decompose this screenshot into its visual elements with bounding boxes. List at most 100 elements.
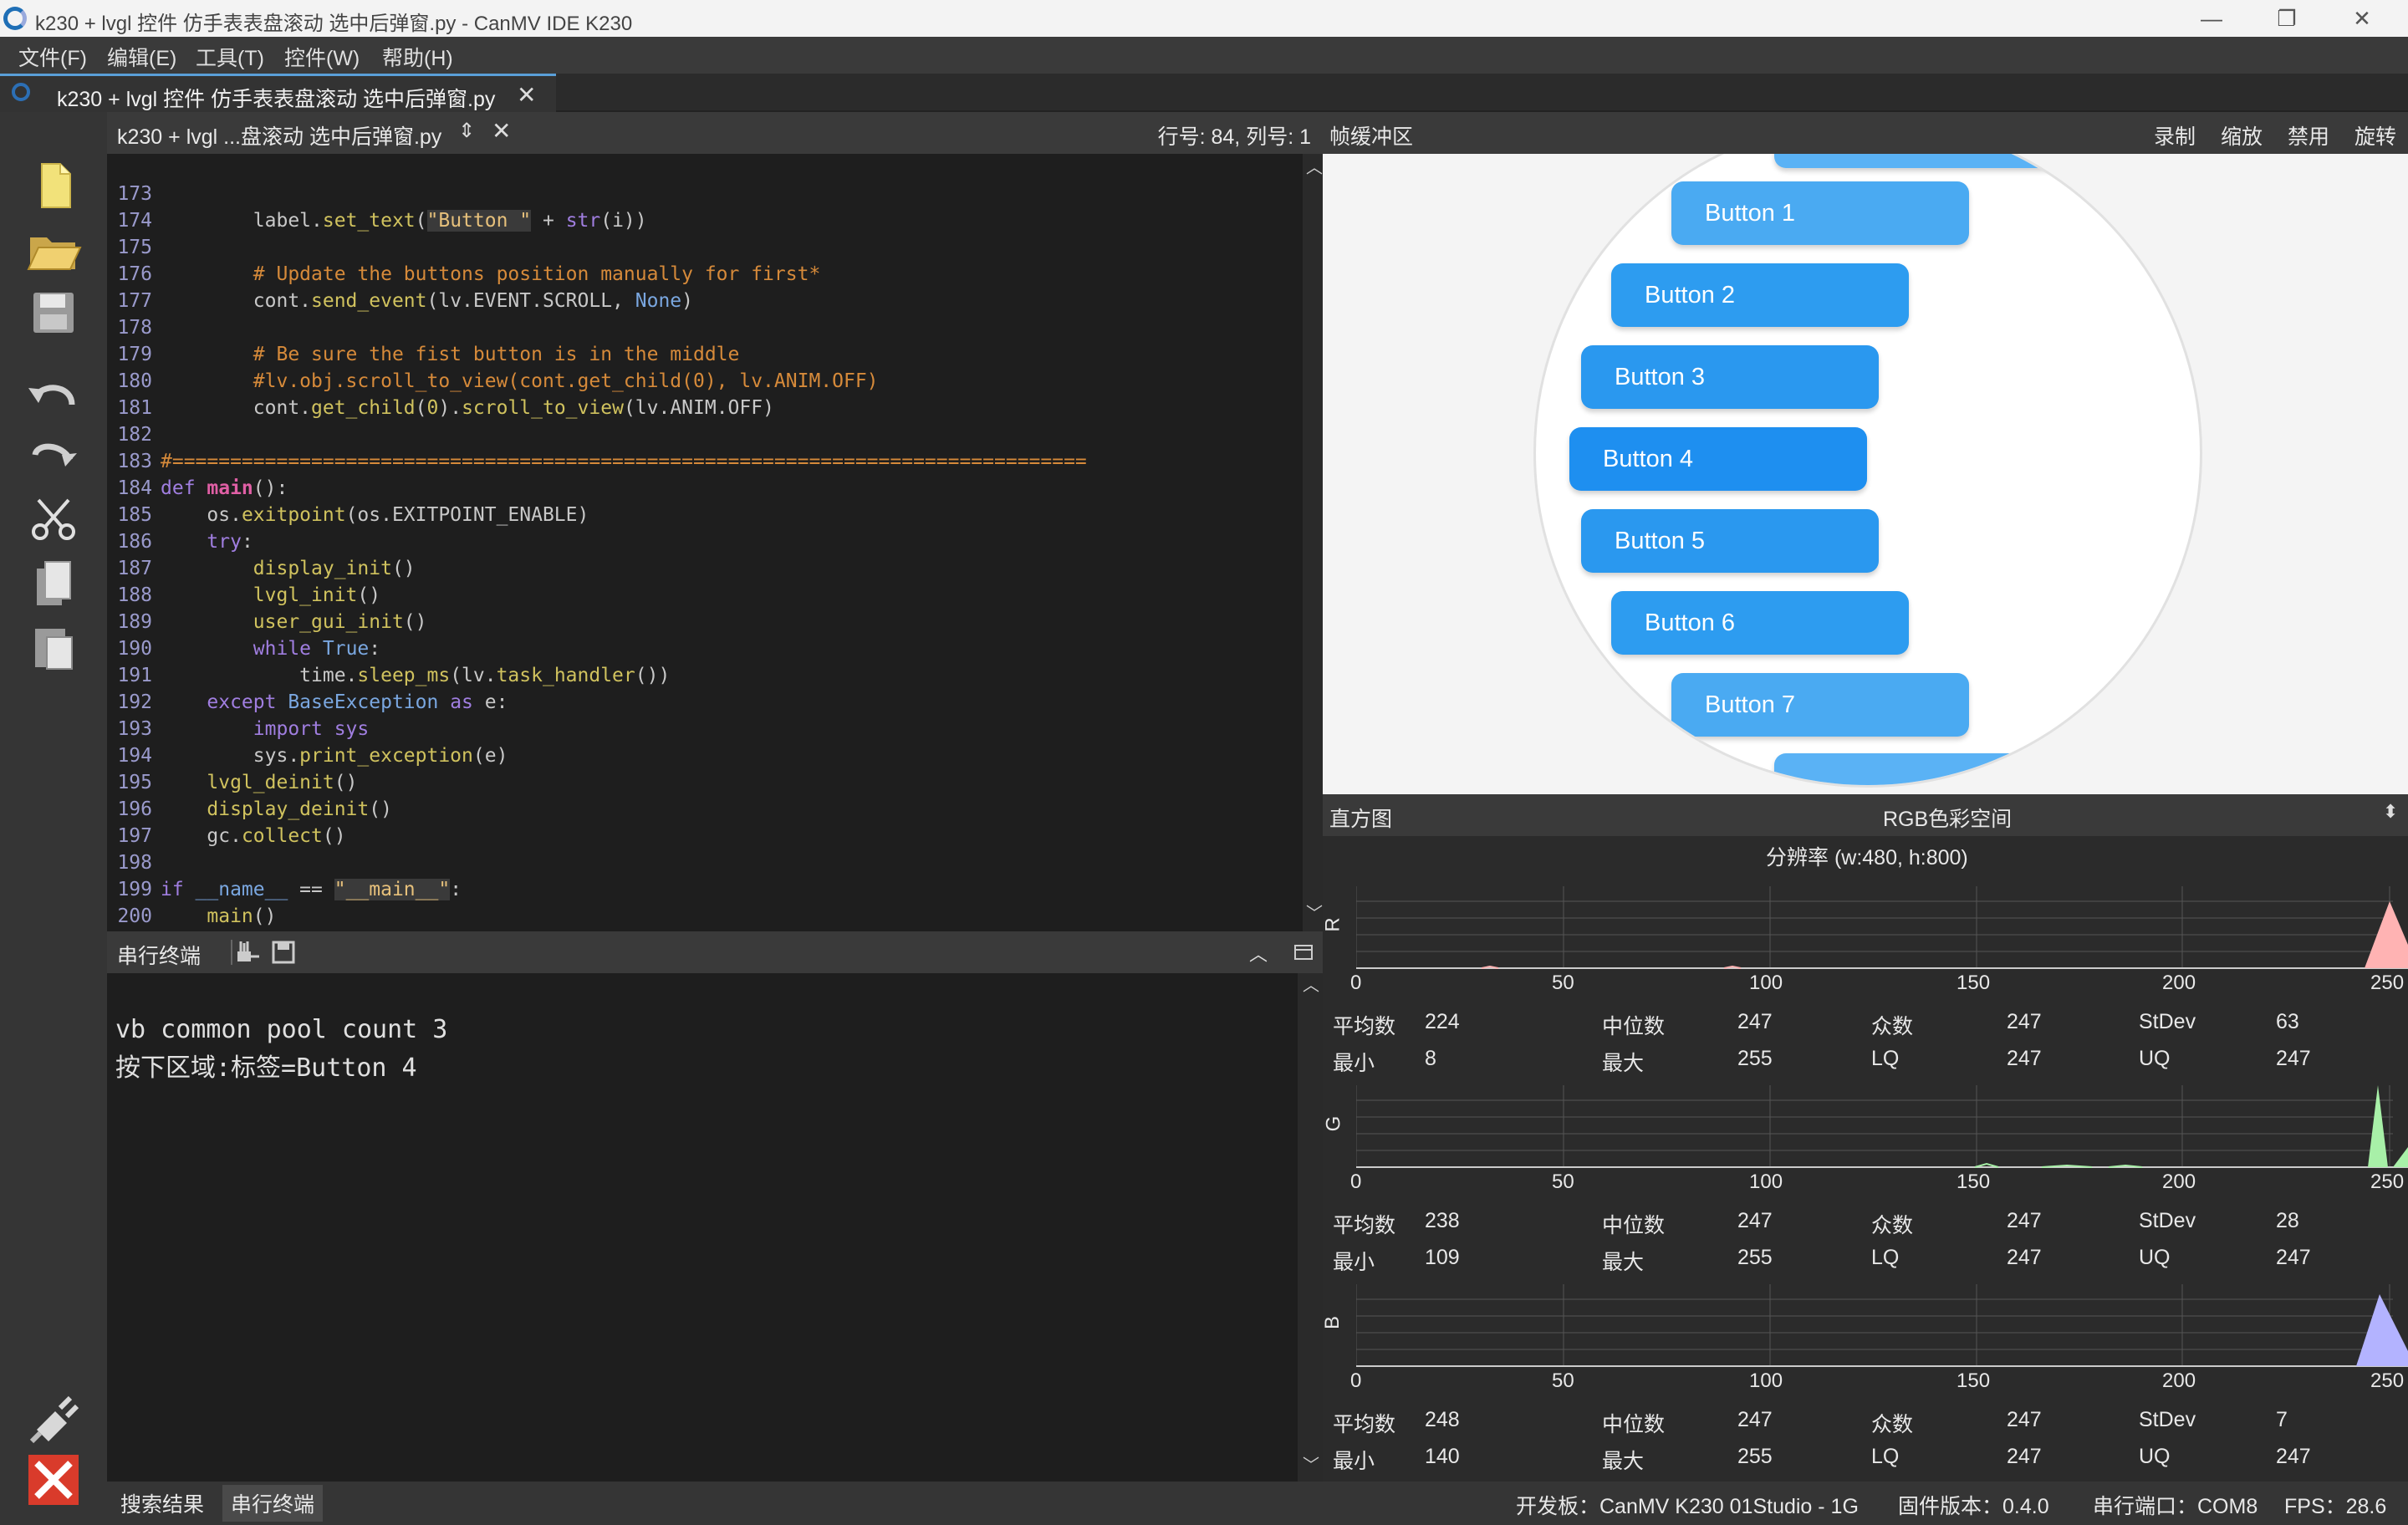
stat-label: 最大 bbox=[1602, 1052, 1645, 1075]
code-line: 200 bbox=[107, 876, 153, 927]
tab-serial-terminal[interactable]: 串行终端 bbox=[222, 1485, 324, 1522]
new-file-icon[interactable] bbox=[22, 159, 85, 212]
cut-icon[interactable] bbox=[22, 493, 85, 547]
menu-file[interactable]: 文件(F) bbox=[18, 42, 87, 72]
menu-tools[interactable]: 工具(T) bbox=[196, 42, 264, 72]
line-number: 200 bbox=[117, 905, 152, 927]
tick-label: 100 bbox=[1749, 1171, 1783, 1193]
stat-value: 28 bbox=[2276, 1209, 2299, 1232]
tick-label: 200 bbox=[2162, 1171, 2196, 1193]
close-window-button[interactable]: ✕ bbox=[2324, 0, 2400, 37]
save-icon[interactable] bbox=[22, 286, 85, 339]
tick-label: 0 bbox=[1350, 1369, 1362, 1392]
panel-float-icon[interactable] bbox=[1293, 941, 1314, 967]
stat-label: 中位数 bbox=[1602, 1214, 1666, 1237]
disable-button[interactable]: 禁用 bbox=[2288, 120, 2329, 150]
collapse-up-icon[interactable]: ︿ bbox=[1249, 940, 1268, 967]
lvgl-button-4: Button 4 bbox=[1569, 427, 1867, 491]
file-tab[interactable]: k230 + lvgl 控件 仿手表表盘滚动 选中后弹窗.py ✕ bbox=[0, 74, 556, 112]
tick-label: 50 bbox=[1552, 1369, 1574, 1392]
status-bar: 搜索结果 串行终端 开发板：CanMV K230 01Studio - 1G 固… bbox=[107, 1482, 2408, 1525]
stat-value: 224 bbox=[1425, 1010, 1460, 1033]
histogram-title: 直方图 bbox=[1329, 808, 1393, 831]
menu-bar: 文件(F) 编辑(E) 工具(T) 控件(W) 帮助(H) bbox=[0, 37, 2408, 74]
minimize-button[interactable]: — bbox=[2174, 0, 2249, 37]
menu-help[interactable]: 帮助(H) bbox=[382, 42, 453, 72]
lvgl-button-partial-bottom bbox=[1774, 753, 2072, 785]
fps-counter: FPS：28.6 bbox=[2284, 1495, 2387, 1518]
redo-icon[interactable] bbox=[22, 430, 85, 483]
terminal-scrollbar[interactable]: ︿ ﹀ bbox=[1298, 973, 1323, 1482]
code-line: 184 os.exitpoint(os.EXITPOINT_ENABLE) bbox=[107, 448, 589, 526]
stop-icon[interactable] bbox=[22, 1453, 85, 1507]
channel-axis-label: G bbox=[1322, 1115, 1345, 1132]
code-line: 183 def main(): bbox=[107, 421, 288, 499]
stat-value: 247 bbox=[1737, 1010, 1773, 1033]
code-line: 196 gc.collect() bbox=[107, 769, 345, 847]
serial-terminal[interactable]: vb common pool count 3 按下区域:标签=Button 4 bbox=[107, 973, 1298, 1482]
close-editor-icon[interactable]: ✕ bbox=[492, 117, 511, 145]
code-line: 195 display_deinit() bbox=[107, 742, 392, 820]
app-icon bbox=[3, 7, 27, 30]
close-tab-icon[interactable]: ✕ bbox=[517, 81, 536, 109]
histogram-g-plot bbox=[1356, 1085, 2408, 1168]
menu-edit[interactable]: 编辑(E) bbox=[107, 42, 176, 72]
board-info: 开发板：CanMV K230 01Studio - 1G bbox=[1516, 1495, 1859, 1518]
tick-label: 200 bbox=[2162, 972, 2196, 994]
code-line: 174 bbox=[107, 181, 153, 232]
terminal-save-icon[interactable] bbox=[269, 938, 298, 971]
scroll-up-icon[interactable]: ︿ bbox=[1303, 972, 1319, 996]
tick-label: 150 bbox=[1956, 1369, 1991, 1392]
stat-label: 众数 bbox=[1871, 1413, 1914, 1436]
colorspace-select[interactable]: RGB色彩空间 bbox=[1883, 803, 2012, 833]
window-title: k230 + lvgl 控件 仿手表表盘滚动 选中后弹窗.py - CanMV … bbox=[35, 13, 633, 35]
lvgl-button-1: Button 1 bbox=[1671, 181, 1969, 245]
stat-value: 7 bbox=[2276, 1408, 2288, 1431]
tick-label: 150 bbox=[1956, 972, 1991, 994]
file-switch-icon[interactable]: ⇕ bbox=[458, 119, 475, 143]
tick-label: 50 bbox=[1552, 1171, 1574, 1193]
tick-label: 100 bbox=[1749, 1369, 1783, 1392]
cursor-position: 行号: 84, 列号: 1 bbox=[1157, 125, 1311, 149]
stat-label: 最小 bbox=[1333, 1052, 1375, 1075]
tick-label: 100 bbox=[1749, 972, 1783, 994]
framebuffer-view: Button 1 Button 2 Button 3 Button 4 Butt… bbox=[1323, 154, 2408, 794]
connect-icon[interactable] bbox=[22, 1391, 85, 1445]
scroll-down-icon[interactable]: ﹀ bbox=[1306, 900, 1323, 924]
stat-label: 最大 bbox=[1602, 1251, 1645, 1274]
scroll-down-icon[interactable]: ﹀ bbox=[1303, 1451, 1319, 1476]
scroll-up-icon[interactable]: ︿ bbox=[1306, 154, 1323, 178]
stat-value: 247 bbox=[2007, 1209, 2042, 1232]
tick-label: 250 bbox=[2370, 1171, 2405, 1193]
paste-icon[interactable] bbox=[22, 620, 85, 674]
editor-file-selector[interactable]: k230 + lvgl ...盘滚动 选中后弹窗.py bbox=[117, 120, 441, 150]
colorspace-dropdown-icon[interactable]: ⬍ bbox=[2383, 801, 2398, 823]
title-bar: k230 + lvgl 控件 仿手表表盘滚动 选中后弹窗.py - CanMV … bbox=[0, 0, 2408, 37]
rotate-button[interactable]: 旋转 bbox=[2354, 120, 2396, 150]
code-editor[interactable]: 173 label.set_text("Button " + str(i)) 1… bbox=[107, 154, 1303, 931]
record-button[interactable]: 录制 bbox=[2154, 120, 2196, 150]
editor-scrollbar[interactable]: ︿ ﹀ bbox=[1303, 154, 1323, 931]
copy-icon[interactable] bbox=[22, 557, 85, 610]
histogram-g-peak bbox=[2368, 1085, 2408, 1167]
undo-icon[interactable] bbox=[22, 368, 85, 421]
tick-label: 150 bbox=[1956, 1171, 1991, 1193]
framebuffer-title: 帧缓冲区 bbox=[1329, 125, 1414, 149]
maximize-button[interactable]: ❐ bbox=[2249, 0, 2324, 37]
open-folder-icon[interactable] bbox=[22, 222, 85, 276]
menu-widget[interactable]: 控件(W) bbox=[284, 42, 360, 72]
code-line: 186 display_init() bbox=[107, 502, 415, 579]
stat-label: 最大 bbox=[1602, 1450, 1645, 1473]
terminal-clear-icon[interactable] bbox=[229, 938, 263, 971]
tab-search-results[interactable]: 搜索结果 bbox=[120, 1488, 204, 1518]
zoom-button[interactable]: 缩放 bbox=[2221, 120, 2263, 150]
stat-value: 248 bbox=[1425, 1408, 1460, 1431]
histogram-r-plot bbox=[1356, 886, 2408, 969]
stat-value: 247 bbox=[2276, 1445, 2311, 1468]
histogram-b-peak bbox=[2356, 1294, 2408, 1366]
histogram-b-plot bbox=[1356, 1284, 2408, 1367]
stat-label: UQ bbox=[2139, 1246, 2171, 1269]
stat-value: 247 bbox=[1737, 1209, 1773, 1232]
terminal-title: 串行终端 bbox=[117, 945, 202, 968]
code-line: 175 # Update the buttons position manual… bbox=[107, 207, 820, 285]
